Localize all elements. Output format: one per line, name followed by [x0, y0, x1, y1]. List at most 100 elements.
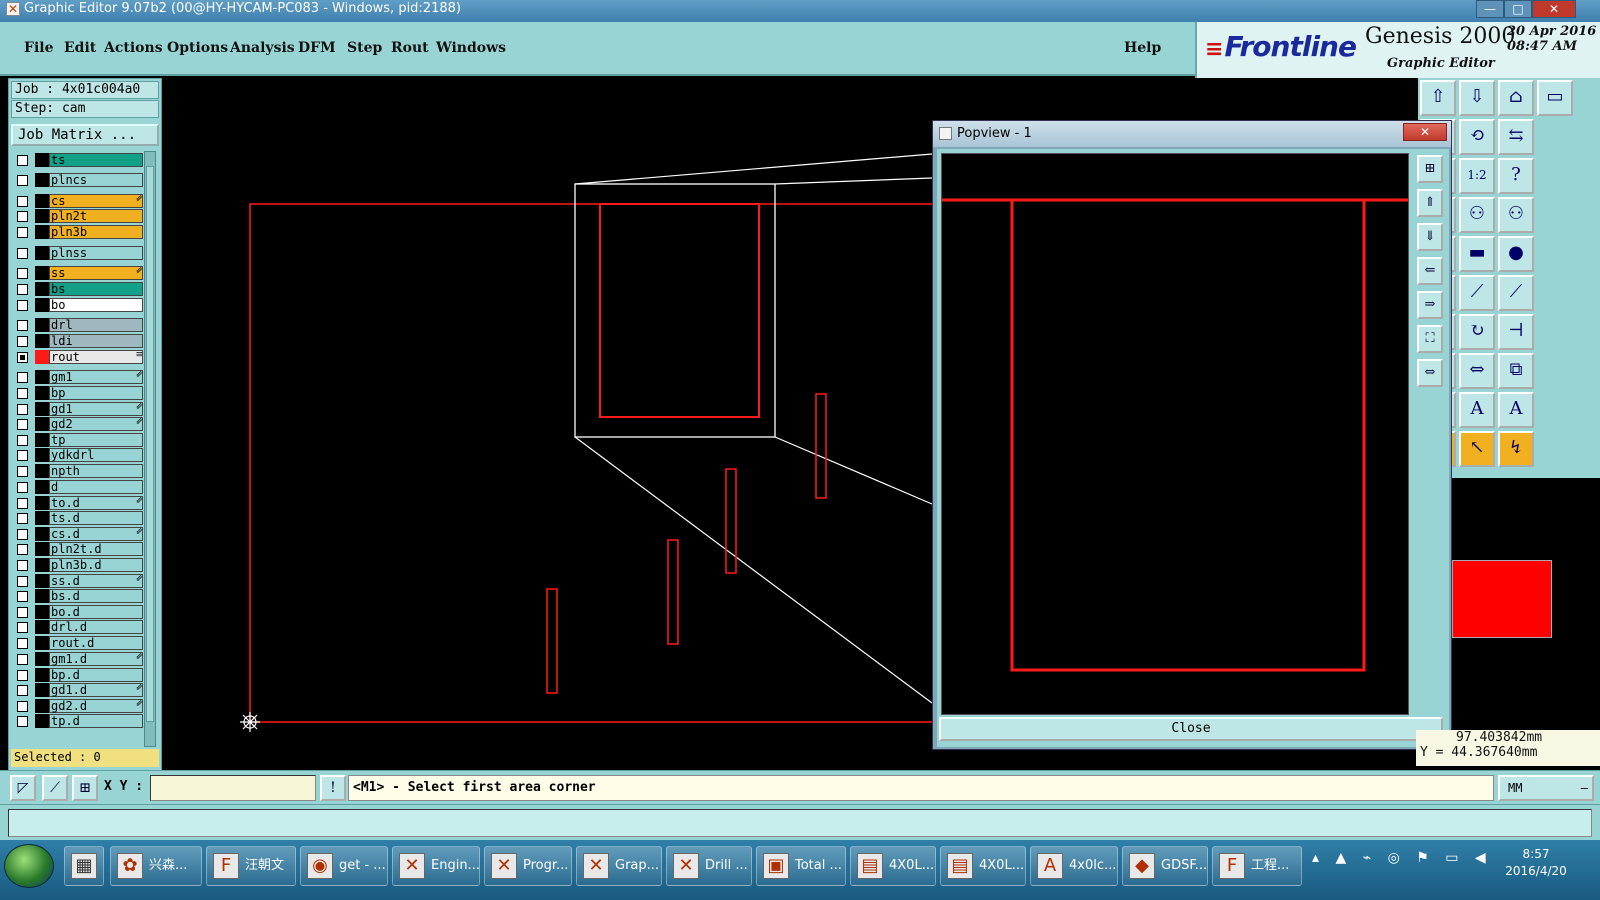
menu-file[interactable]: File: [24, 40, 53, 56]
layer-color-swatch[interactable]: [35, 511, 49, 525]
layer-checkbox[interactable]: [17, 419, 28, 430]
layer-name[interactable]: ss.d: [49, 574, 143, 588]
popview-zoom-out-icon[interactable]: ⇔: [1417, 359, 1443, 387]
layer-checkbox[interactable]: [17, 716, 28, 727]
layer-row[interactable]: bs: [15, 282, 143, 296]
layer-name[interactable]: gd2: [49, 417, 143, 431]
layer-row[interactable]: gm1 ⇙: [15, 370, 143, 384]
layer-name[interactable]: gd1.d: [49, 683, 143, 697]
layer-name[interactable]: rout: [49, 350, 143, 364]
menu-help[interactable]: Help: [1124, 40, 1161, 56]
measure-icon[interactable]: ⇔: [1459, 353, 1495, 389]
layer-checkbox[interactable]: [17, 300, 28, 311]
layer-row[interactable]: pln3b: [15, 225, 143, 239]
layer-name[interactable]: bs.d: [49, 589, 143, 603]
layer-row[interactable]: ss ⇙: [15, 266, 143, 280]
layer-row[interactable]: npth: [15, 464, 143, 478]
layer-name[interactable]: cs: [49, 194, 143, 208]
layer-checkbox[interactable]: [17, 175, 28, 186]
layer-row[interactable]: ydkdrl: [15, 448, 143, 462]
taskbar-item[interactable]: ✿ 兴森...: [110, 846, 202, 886]
layer-color-swatch[interactable]: [35, 683, 49, 697]
layer-checkbox[interactable]: [17, 466, 28, 477]
layer-checkbox[interactable]: [17, 320, 28, 331]
menu-analysis[interactable]: Analysis: [230, 40, 295, 56]
split-icon[interactable]: ⊣: [1498, 314, 1534, 350]
layer-row[interactable]: cs.d ⇙: [15, 527, 143, 541]
layer-color-swatch[interactable]: [35, 370, 49, 384]
menu-edit[interactable]: Edit: [64, 40, 96, 56]
layer-name[interactable]: gm1: [49, 370, 143, 384]
layer-row[interactable]: gd1.d ⇙: [15, 683, 143, 697]
layer-checkbox[interactable]: [17, 336, 28, 347]
start-button[interactable]: [4, 844, 54, 888]
taskbar-pinned-calculator[interactable]: ▦: [64, 846, 104, 886]
measure-icon[interactable]: ⟋: [42, 775, 68, 801]
layer-name[interactable]: npth: [49, 464, 143, 478]
pad-icon[interactable]: ●: [1498, 236, 1534, 272]
layer-color-swatch[interactable]: [35, 209, 49, 223]
menu-options[interactable]: Options: [167, 40, 228, 56]
layer-color-swatch[interactable]: [35, 605, 49, 619]
layer-name[interactable]: ss: [49, 266, 143, 280]
layer-checkbox[interactable]: [17, 685, 28, 696]
layer-color-swatch[interactable]: [35, 496, 49, 510]
layer-row[interactable]: bp: [15, 386, 143, 400]
layer-color-swatch[interactable]: [35, 542, 49, 556]
taskbar-item[interactable]: ✕ Grap...: [576, 846, 662, 886]
taskbar-item[interactable]: ✕ Drill ...: [666, 846, 752, 886]
layer-color-swatch[interactable]: [35, 282, 49, 296]
units-selector[interactable]: MM —: [1498, 775, 1594, 801]
layer-name[interactable]: ldi: [49, 334, 143, 348]
layer-color-swatch[interactable]: [35, 433, 49, 447]
arc-icon[interactable]: ↻: [1459, 314, 1495, 350]
layer-checkbox[interactable]: [17, 670, 28, 681]
layer-checkbox[interactable]: [17, 560, 28, 571]
taskbar-item[interactable]: ▤ 4X0L...: [940, 846, 1026, 886]
layer-color-swatch[interactable]: [35, 636, 49, 650]
copy-icon[interactable]: ⧉: [1498, 353, 1534, 389]
select-alt-icon[interactable]: ↖: [1459, 431, 1495, 467]
layer-checkbox[interactable]: [17, 248, 28, 259]
layer-checkbox[interactable]: [17, 654, 28, 665]
layer-color-swatch[interactable]: [35, 417, 49, 431]
layer-color-swatch[interactable]: [35, 173, 49, 187]
layer-name[interactable]: bp.d: [49, 668, 143, 682]
layer-name[interactable]: tp: [49, 433, 143, 447]
layer-checkbox[interactable]: [17, 498, 28, 509]
layer-row[interactable]: bp.d: [15, 668, 143, 682]
layer-name[interactable]: rout.d: [49, 636, 143, 650]
layer-row[interactable]: plncs: [15, 173, 143, 187]
layer-color-swatch[interactable]: [35, 558, 49, 572]
layer-row[interactable]: ss.d ⇙: [15, 574, 143, 588]
taskbar-item[interactable]: ◉ get - ...: [300, 846, 388, 886]
layer-name[interactable]: ydkdrl: [49, 448, 143, 462]
taskbar-item[interactable]: F 工程...: [1212, 846, 1302, 886]
info-icon[interactable]: !: [320, 775, 346, 801]
layer-color-swatch[interactable]: [35, 194, 49, 208]
layer-row[interactable]: bo: [15, 298, 143, 312]
taskbar-clock[interactable]: 8:57 2016/4/20: [1496, 846, 1576, 880]
layer-row[interactable]: ldi: [15, 334, 143, 348]
layer-name[interactable]: tp.d: [49, 714, 143, 728]
layer-row[interactable]: ts: [15, 153, 143, 167]
layer-checkbox[interactable]: [17, 701, 28, 712]
popview-pan-right-icon[interactable]: ⇒: [1417, 291, 1443, 319]
layer-up-icon[interactable]: ⇧: [1420, 80, 1456, 116]
popview-pan-down-icon[interactable]: ⇓: [1417, 223, 1443, 251]
layer-checkbox[interactable]: [17, 211, 28, 222]
layer-color-swatch[interactable]: [35, 298, 49, 312]
layer-checkbox[interactable]: [17, 155, 28, 166]
layer-checkbox[interactable]: [17, 388, 28, 399]
home-icon[interactable]: ⌂: [1498, 80, 1534, 116]
layer-name[interactable]: bo: [49, 298, 143, 312]
maximize-button[interactable]: □: [1504, 0, 1532, 18]
layer-checkbox[interactable]: [17, 529, 28, 540]
layer-name[interactable]: drl.d: [49, 620, 143, 634]
layer-name[interactable]: bs: [49, 282, 143, 296]
taskbar-item[interactable]: ✕ Engin...: [392, 846, 480, 886]
taskbar-item[interactable]: ▤ 4X0L...: [850, 846, 936, 886]
layer-name[interactable]: pln2t.d: [49, 542, 143, 556]
layer-row[interactable]: rout.d: [15, 636, 143, 650]
taskbar-item[interactable]: ▣ Total ...: [756, 846, 846, 886]
